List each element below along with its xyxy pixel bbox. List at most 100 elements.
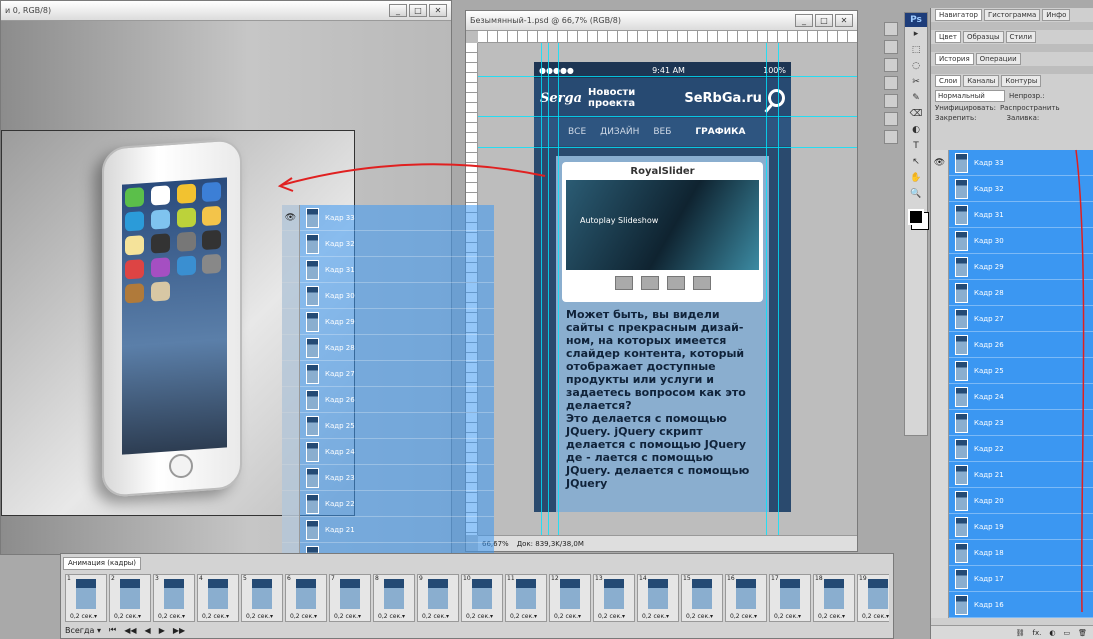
horizontal-ruler[interactable] <box>478 31 857 43</box>
panel-icon[interactable] <box>884 94 898 108</box>
visibility-eye-icon[interactable] <box>282 438 300 465</box>
frame-delay[interactable]: 0,2 сек.▾ <box>290 613 317 620</box>
panel-icon[interactable] <box>884 58 898 72</box>
timeline-frame[interactable]: 14 0,2 сек.▾ <box>637 574 679 622</box>
timeline-frame[interactable]: 1 0,2 сек.▾ <box>65 574 107 622</box>
path-select-tool-icon[interactable]: ↖ <box>907 157 925 171</box>
layer-row[interactable]: Кадр 31 <box>282 256 494 283</box>
frame-delay[interactable]: 0,2 сек.▾ <box>334 613 361 620</box>
visibility-eye-icon[interactable] <box>931 513 949 540</box>
type-tool-icon[interactable]: T <box>907 141 925 155</box>
visibility-eye-icon[interactable] <box>282 516 300 543</box>
panel-icon[interactable] <box>884 76 898 90</box>
timeline-frame[interactable]: 7 0,2 сек.▾ <box>329 574 371 622</box>
layer-row[interactable]: Кадр 30 <box>282 282 494 309</box>
frame-delay[interactable]: 0,2 сек.▾ <box>202 613 229 620</box>
frame-delay[interactable]: 0,2 сек.▾ <box>818 613 845 620</box>
timeline-frame[interactable]: 17 0,2 сек.▾ <box>769 574 811 622</box>
timeline-frame[interactable]: 4 0,2 сек.▾ <box>197 574 239 622</box>
visibility-eye-icon[interactable] <box>931 305 949 332</box>
visibility-eye-icon[interactable] <box>931 591 949 618</box>
layer-row[interactable]: Кадр 22 <box>931 435 1093 462</box>
visibility-eye-icon[interactable] <box>282 464 300 491</box>
frame-delay[interactable]: 0,2 сек.▾ <box>686 613 713 620</box>
prev-frame-button[interactable]: ◀◀ <box>124 626 136 635</box>
panel-icon[interactable] <box>884 22 898 36</box>
layer-row[interactable]: Кадр 21 <box>282 516 494 543</box>
visibility-eye-icon[interactable] <box>931 357 949 384</box>
layer-row[interactable]: Кадр 19 <box>931 513 1093 540</box>
visibility-eye-icon[interactable] <box>931 331 949 358</box>
layer-row[interactable]: Кадр 24 <box>931 383 1093 410</box>
layer-row[interactable]: Кадр 23 <box>282 464 494 491</box>
visibility-eye-icon[interactable] <box>931 487 949 514</box>
new-layer-icon[interactable]: ▭ <box>1063 629 1070 637</box>
visibility-eye-icon[interactable] <box>931 253 949 280</box>
layers-list[interactable]: 👁 Кадр 33 Кадр 32 Кадр 31 Кадр 30 Кадр 29 Кадр… <box>931 150 1093 618</box>
zoom-tool-icon[interactable]: 🔍 <box>907 189 925 203</box>
restore-button[interactable]: □ <box>409 4 427 17</box>
eraser-tool-icon[interactable]: ⌫ <box>907 109 925 123</box>
frame-delay[interactable]: 0,2 сек.▾ <box>510 613 537 620</box>
first-frame-button[interactable]: ⏮ <box>109 625 116 635</box>
loop-select[interactable]: Всегда ▾ <box>65 626 101 635</box>
timeline-frame[interactable]: 10 0,2 сек.▾ <box>461 574 503 622</box>
visibility-eye-icon[interactable] <box>931 383 949 410</box>
tab-channels[interactable]: Каналы <box>963 75 1000 87</box>
foreground-background-color[interactable] <box>908 209 924 225</box>
visibility-eye-icon[interactable] <box>282 308 300 335</box>
layer-row[interactable]: Кадр 17 <box>931 565 1093 592</box>
layer-row[interactable]: Кадр 16 <box>931 591 1093 618</box>
frame-delay[interactable]: 0,2 сек.▾ <box>246 613 273 620</box>
website-mockup[interactable]: ●●●●● 9:41 AM 100% Serga Новости проекта… <box>534 62 791 512</box>
layer-row[interactable]: Кадр 26 <box>931 331 1093 358</box>
frame-delay[interactable]: 0,2 сек.▾ <box>158 613 185 620</box>
timeline-frame[interactable]: 18 0,2 сек.▾ <box>813 574 855 622</box>
layer-row[interactable]: Кадр 32 <box>282 230 494 257</box>
timeline-frame[interactable]: 8 0,2 сек.▾ <box>373 574 415 622</box>
visibility-eye-icon[interactable] <box>931 539 949 566</box>
close-button[interactable]: ✕ <box>835 14 853 27</box>
layer-row[interactable]: Кадр 22 <box>282 490 494 517</box>
timeline-frame[interactable]: 19 0,2 сек.▾ <box>857 574 889 622</box>
visibility-eye-icon[interactable] <box>931 279 949 306</box>
timeline-frame[interactable]: 2 0,2 сек.▾ <box>109 574 151 622</box>
play-button[interactable]: ▶ <box>159 626 165 635</box>
timeline-frame[interactable]: 9 0,2 сек.▾ <box>417 574 459 622</box>
tab-styles[interactable]: Стили <box>1005 31 1037 43</box>
layer-row[interactable]: 👁 Кадр 33 <box>282 205 494 231</box>
blend-mode-select[interactable]: Нормальный <box>935 90 1005 102</box>
tab-swatches[interactable]: Образцы <box>962 31 1004 43</box>
visibility-eye-icon[interactable] <box>931 409 949 436</box>
frame-delay[interactable]: 0,2 сек.▾ <box>862 613 889 620</box>
frame-delay[interactable]: 0,2 сек.▾ <box>642 613 669 620</box>
visibility-eye-icon[interactable]: 👁 <box>931 150 949 176</box>
tab-actions[interactable]: Операции <box>975 53 1021 65</box>
right-window-titlebar[interactable]: Безымянный-1.psd @ 66,7% (RGB/8) _ □ ✕ <box>466 11 857 31</box>
layer-row[interactable]: Кадр 25 <box>931 357 1093 384</box>
restore-button[interactable]: □ <box>815 14 833 27</box>
visibility-eye-icon[interactable] <box>282 334 300 361</box>
left-window-titlebar[interactable]: и 0, RGB/8) _ □ ✕ <box>1 1 451 21</box>
layer-row[interactable]: Кадр 25 <box>282 412 494 439</box>
propagate-label[interactable]: Распространить <box>1000 104 1060 112</box>
timeline-frame[interactable]: 15 0,2 сек.▾ <box>681 574 723 622</box>
visibility-eye-icon[interactable] <box>282 386 300 413</box>
prev-button[interactable]: ◀ <box>145 626 151 635</box>
layer-row[interactable]: Кадр 31 <box>931 201 1093 228</box>
layer-row[interactable]: Кадр 23 <box>931 409 1093 436</box>
panel-icon[interactable] <box>884 112 898 126</box>
tab-navigator[interactable]: Навигатор <box>935 9 982 21</box>
crop-tool-icon[interactable]: ✂ <box>907 77 925 91</box>
visibility-eye-icon[interactable] <box>931 565 949 592</box>
brush-tool-icon[interactable]: ✎ <box>907 93 925 107</box>
tab-info[interactable]: Инфо <box>1042 9 1071 21</box>
frame-delay[interactable]: 0,2 сек.▾ <box>774 613 801 620</box>
timeline-frame[interactable]: 12 0,2 сек.▾ <box>549 574 591 622</box>
layer-row[interactable]: 👁 Кадр 33 <box>931 150 1093 176</box>
visibility-eye-icon[interactable] <box>282 230 300 257</box>
hand-tool-icon[interactable]: ✋ <box>907 173 925 187</box>
layer-row[interactable]: Кадр 27 <box>931 305 1093 332</box>
adjustment-layer-icon[interactable]: ◐ <box>1049 629 1055 637</box>
panel-icon[interactable] <box>884 130 898 144</box>
